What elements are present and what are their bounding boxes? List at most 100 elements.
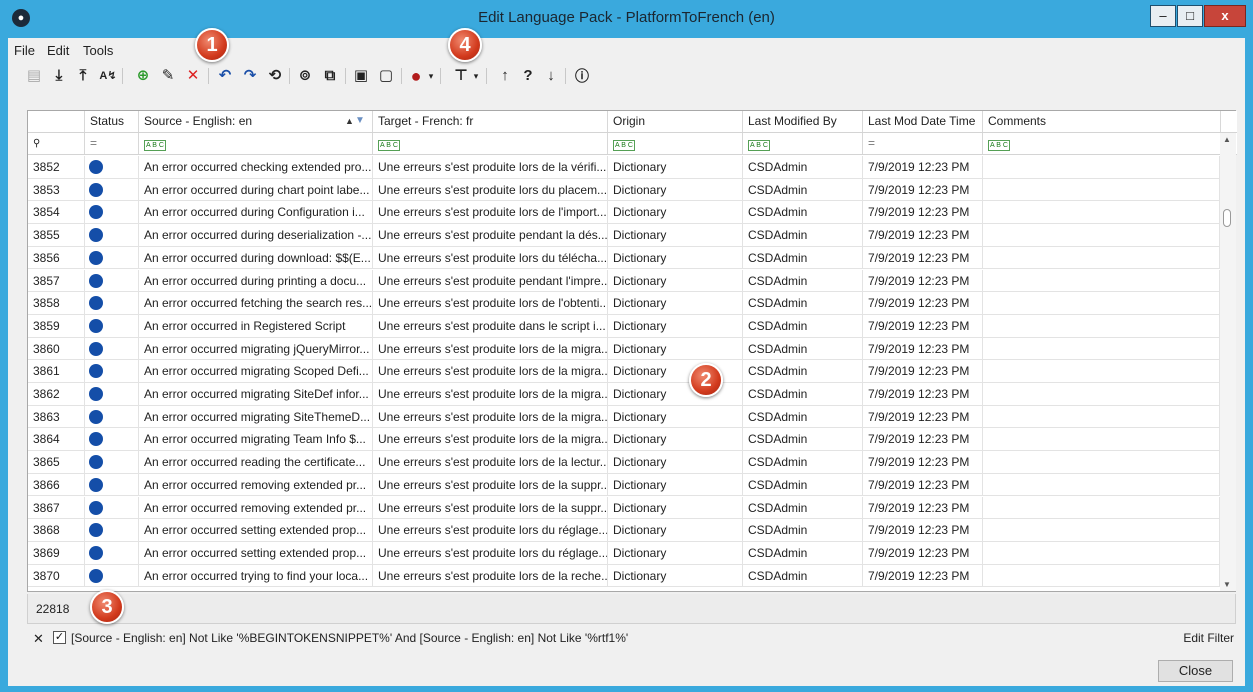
filter-comments[interactable]: A B C <box>983 133 1221 154</box>
status-cell[interactable] <box>85 178 139 201</box>
header-last-mod-date-time[interactable]: Last Mod Date Time <box>863 111 983 132</box>
table-row[interactable]: 3869 An error occurred setting extended p… <box>28 541 1220 565</box>
comments-cell[interactable] <box>983 428 1220 451</box>
modified-by-cell[interactable]: CSDAdmin <box>743 496 863 519</box>
date-cell[interactable]: 7/9/2019 12:23 PM <box>863 519 983 541</box>
origin-cell[interactable]: Dictionary <box>608 337 743 360</box>
source-cell[interactable]: An error occurred during printing a docu… <box>139 269 373 292</box>
table-row[interactable]: 3861 An error occurred migrating Scoped D… <box>28 360 1220 383</box>
close-window-button[interactable]: x <box>1204 5 1246 27</box>
date-cell[interactable]: 7/9/2019 12:23 PM <box>863 496 983 519</box>
dropdown-icon[interactable]: ▾ <box>426 66 436 86</box>
origin-cell[interactable]: Dictionary <box>608 473 743 496</box>
header-status[interactable]: Status <box>85 111 139 132</box>
comments-cell[interactable] <box>983 451 1220 473</box>
date-cell[interactable]: 7/9/2019 12:23 PM <box>863 473 983 496</box>
origin-cell[interactable]: Dictionary <box>608 428 743 451</box>
header-last-modified-by[interactable]: Last Modified By <box>743 111 863 132</box>
date-cell[interactable]: 7/9/2019 12:23 PM <box>863 178 983 201</box>
status-cell[interactable] <box>85 541 139 564</box>
clear-filter-icon[interactable]: ✕ <box>33 631 44 647</box>
menu-tools[interactable]: Tools <box>83 43 113 58</box>
row-id[interactable]: 3855 <box>28 224 85 246</box>
table-row[interactable]: 3862 An error occurred migrating SiteDef … <box>28 383 1220 406</box>
date-cell[interactable]: 7/9/2019 12:23 PM <box>863 292 983 314</box>
status-cell[interactable] <box>85 360 139 382</box>
modified-by-cell[interactable]: CSDAdmin <box>743 564 863 587</box>
row-id[interactable]: 3868 <box>28 519 85 541</box>
target-cell[interactable]: Une erreurs s'est produite lors de la le… <box>373 451 608 473</box>
status-cell[interactable] <box>85 405 139 428</box>
modified-by-cell[interactable]: CSDAdmin <box>743 360 863 382</box>
source-cell[interactable]: An error occurred during download: $$(E.… <box>139 246 373 269</box>
target-cell[interactable]: Une erreurs s'est produite lors de la mi… <box>373 405 608 428</box>
origin-cell[interactable]: Dictionary <box>608 405 743 428</box>
date-cell[interactable]: 7/9/2019 12:23 PM <box>863 337 983 360</box>
row-id[interactable]: 3859 <box>28 314 85 337</box>
source-cell[interactable]: An error occurred reading the certificat… <box>139 451 373 473</box>
origin-cell[interactable]: Dictionary <box>608 314 743 337</box>
info-icon[interactable]: ⓘ <box>572 66 592 86</box>
filter-modified-by[interactable]: A B C <box>743 133 863 154</box>
origin-cell[interactable]: Dictionary <box>608 496 743 519</box>
table-row[interactable]: 3854 An error occurred during Configurati… <box>28 201 1220 225</box>
target-cell[interactable]: Une erreurs s'est produite lors de la su… <box>373 473 608 496</box>
status-cell[interactable] <box>85 564 139 587</box>
row-id[interactable]: 3867 <box>28 496 85 519</box>
comments-cell[interactable] <box>983 292 1220 314</box>
target-cell[interactable]: Une erreurs s'est produite pendant l'imp… <box>373 269 608 292</box>
comments-cell[interactable] <box>983 473 1220 496</box>
date-cell[interactable]: 7/9/2019 12:23 PM <box>863 541 983 564</box>
status-cell[interactable] <box>85 224 139 246</box>
table-row[interactable]: 3860 An error occurred migrating jQueryMi… <box>28 337 1220 361</box>
status-cell[interactable] <box>85 473 139 496</box>
row-id[interactable]: 3852 <box>28 156 85 178</box>
origin-cell[interactable]: Dictionary <box>608 269 743 292</box>
comments-cell[interactable] <box>983 201 1220 224</box>
source-cell[interactable]: An error occurred setting extended prop.… <box>139 519 373 541</box>
status-color-icon[interactable]: ● <box>406 66 426 86</box>
status-cell[interactable] <box>85 428 139 451</box>
comments-cell[interactable] <box>983 496 1220 519</box>
table-row[interactable]: 3853 An error occurred during chart point… <box>28 178 1220 202</box>
target-cell[interactable]: Une erreurs s'est produite lors du régla… <box>373 541 608 564</box>
status-cell[interactable] <box>85 156 139 178</box>
status-cell[interactable] <box>85 451 139 473</box>
table-row[interactable]: 3852 An error occurred checking extended … <box>28 156 1220 179</box>
filter-source[interactable]: A B C <box>139 133 373 154</box>
comments-cell[interactable] <box>983 383 1220 405</box>
comments-cell[interactable] <box>983 541 1220 564</box>
target-cell[interactable]: Une erreurs s'est produite lors de la re… <box>373 564 608 587</box>
date-cell[interactable]: 7/9/2019 12:23 PM <box>863 314 983 337</box>
status-cell[interactable] <box>85 201 139 224</box>
source-cell[interactable]: An error occurred migrating jQueryMirror… <box>139 337 373 360</box>
source-cell[interactable]: An error occurred in Registered Script <box>139 314 373 337</box>
vertical-scrollbar[interactable]: ▲ ▼ <box>1220 133 1236 591</box>
status-cell[interactable] <box>85 269 139 292</box>
maximize-button[interactable]: □ <box>1177 5 1203 27</box>
delete-icon[interactable]: ✕ <box>183 66 203 86</box>
table-row[interactable]: 3867 An error occurred removing extended … <box>28 496 1220 520</box>
target-cell[interactable]: Une erreurs s'est produite pendant la dé… <box>373 224 608 246</box>
date-cell[interactable]: 7/9/2019 12:23 PM <box>863 405 983 428</box>
header-source[interactable]: Source - English: en ▲ ▼ <box>139 111 373 132</box>
redo-icon[interactable]: ↷ <box>240 66 260 86</box>
comments-cell[interactable] <box>983 337 1220 360</box>
modified-by-cell[interactable]: CSDAdmin <box>743 178 863 201</box>
date-cell[interactable]: 7/9/2019 12:23 PM <box>863 246 983 269</box>
row-id[interactable]: 3861 <box>28 360 85 382</box>
table-row[interactable]: 3864 An error occurred migrating Team Inf… <box>28 428 1220 452</box>
source-cell[interactable]: An error occurred migrating Team Info $.… <box>139 428 373 451</box>
comments-cell[interactable] <box>983 178 1220 201</box>
date-cell[interactable]: 7/9/2019 12:23 PM <box>863 269 983 292</box>
origin-cell[interactable]: Dictionary <box>608 201 743 224</box>
modified-by-cell[interactable]: CSDAdmin <box>743 473 863 496</box>
source-cell[interactable]: An error occurred trying to find your lo… <box>139 564 373 587</box>
save-icon[interactable]: ▤ <box>24 66 44 86</box>
modified-by-cell[interactable]: CSDAdmin <box>743 156 863 178</box>
undo-icon[interactable]: ↶ <box>215 66 235 86</box>
menu-file[interactable]: File <box>14 43 35 58</box>
table-row[interactable]: 3865 An error occurred reading the certif… <box>28 451 1220 474</box>
table-row[interactable]: 3857 An error occurred during printing a … <box>28 269 1220 293</box>
target-cell[interactable]: Une erreurs s'est produite lors du régla… <box>373 519 608 541</box>
